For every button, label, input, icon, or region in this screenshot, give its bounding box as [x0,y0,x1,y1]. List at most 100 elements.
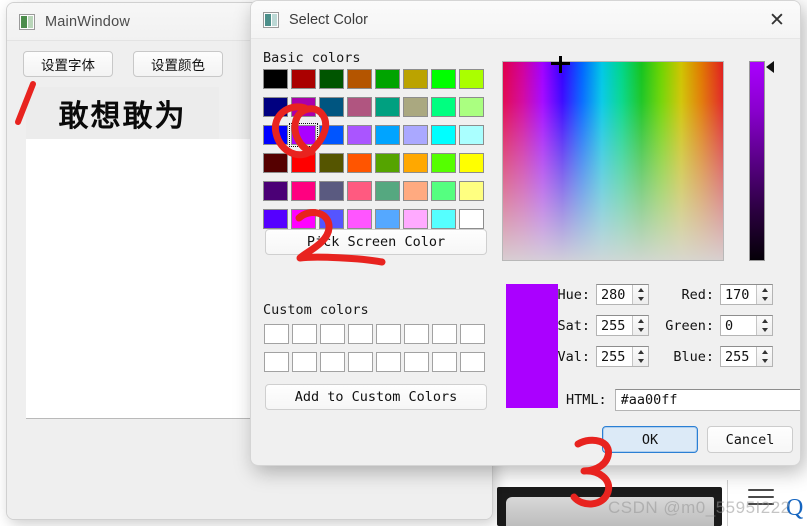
basic-color-swatch[interactable] [263,209,288,229]
basic-color-swatch[interactable] [319,125,344,145]
set-color-button[interactable]: 设置颜色 [133,51,223,77]
custom-color-swatch[interactable] [292,324,317,344]
custom-color-swatch[interactable] [460,352,485,372]
val-increment-button[interactable] [633,347,648,357]
blue-stepper-buttons[interactable] [756,347,772,366]
hue-stepper[interactable] [596,284,649,305]
basic-color-swatch[interactable] [319,153,344,173]
custom-color-swatch[interactable] [320,352,345,372]
basic-color-swatch[interactable] [403,181,428,201]
basic-color-swatch[interactable] [347,97,372,117]
basic-color-swatch[interactable] [403,153,428,173]
basic-color-swatch[interactable] [459,153,484,173]
pick-screen-color-button[interactable]: Pick Screen Color [265,229,487,255]
basic-color-swatch[interactable] [431,209,456,229]
sat-stepper[interactable] [596,315,649,336]
custom-color-swatch[interactable] [404,352,429,372]
basic-color-swatch[interactable] [431,181,456,201]
basic-color-swatch[interactable] [375,125,400,145]
basic-color-swatch[interactable] [431,153,456,173]
val-stepper[interactable] [596,346,649,367]
basic-color-swatch[interactable] [319,181,344,201]
cancel-button[interactable]: Cancel [707,426,793,453]
val-input[interactable] [597,347,631,366]
blue-stepper[interactable] [720,346,773,367]
red-input[interactable] [721,285,755,304]
green-stepper-buttons[interactable] [756,316,772,335]
basic-color-swatch[interactable] [291,209,316,229]
basic-color-swatch[interactable] [431,97,456,117]
basic-color-swatch[interactable] [263,153,288,173]
custom-color-swatch[interactable] [264,324,289,344]
basic-color-swatch[interactable] [319,69,344,89]
close-icon[interactable]: ✕ [754,1,800,39]
hue-input[interactable] [597,285,631,304]
blue-decrement-button[interactable] [757,357,772,367]
basic-color-swatch[interactable] [289,123,318,147]
hue-stepper-buttons[interactable] [632,285,648,304]
green-increment-button[interactable] [757,316,772,326]
basic-colors-grid[interactable] [263,69,484,233]
basic-color-swatch[interactable] [403,209,428,229]
html-input[interactable] [614,389,800,411]
basic-color-swatch[interactable] [375,69,400,89]
red-decrement-button[interactable] [757,295,772,305]
basic-color-swatch[interactable] [263,125,288,145]
basic-color-swatch[interactable] [459,97,484,117]
basic-color-swatch[interactable] [291,69,316,89]
basic-color-swatch[interactable] [375,209,400,229]
sat-stepper-buttons[interactable] [632,316,648,335]
green-stepper[interactable] [720,315,773,336]
custom-color-swatch[interactable] [376,324,401,344]
basic-color-swatch[interactable] [263,69,288,89]
custom-color-swatch[interactable] [460,324,485,344]
hue-increment-button[interactable] [633,285,648,295]
custom-color-swatch[interactable] [320,324,345,344]
basic-color-swatch[interactable] [319,97,344,117]
blue-input[interactable] [721,347,755,366]
basic-color-swatch[interactable] [347,209,372,229]
basic-color-swatch[interactable] [375,153,400,173]
basic-color-swatch[interactable] [263,97,288,117]
blue-increment-button[interactable] [757,347,772,357]
basic-color-swatch[interactable] [459,181,484,201]
custom-color-swatch[interactable] [432,352,457,372]
custom-color-swatch[interactable] [348,324,373,344]
custom-color-swatch[interactable] [264,352,289,372]
basic-color-swatch[interactable] [347,181,372,201]
sat-decrement-button[interactable] [633,326,648,336]
basic-color-swatch[interactable] [403,69,428,89]
basic-color-swatch[interactable] [347,125,372,145]
custom-color-swatch[interactable] [432,324,457,344]
custom-color-swatch[interactable] [404,324,429,344]
basic-color-swatch[interactable] [291,153,316,173]
custom-colors-grid[interactable] [264,324,485,376]
green-input[interactable] [721,316,755,335]
value-slider[interactable] [749,61,765,261]
basic-color-swatch[interactable] [375,181,400,201]
basic-color-swatch[interactable] [459,69,484,89]
red-stepper[interactable] [720,284,773,305]
red-stepper-buttons[interactable] [756,285,772,304]
basic-color-swatch[interactable] [291,97,316,117]
basic-color-swatch[interactable] [347,153,372,173]
green-decrement-button[interactable] [757,326,772,336]
hue-decrement-button[interactable] [633,295,648,305]
basic-color-swatch[interactable] [347,69,372,89]
basic-color-swatch[interactable] [263,181,288,201]
basic-color-swatch[interactable] [291,181,316,201]
basic-color-swatch[interactable] [403,97,428,117]
red-increment-button[interactable] [757,285,772,295]
sat-increment-button[interactable] [633,316,648,326]
basic-color-swatch[interactable] [319,209,344,229]
basic-color-swatch[interactable] [375,97,400,117]
add-to-custom-colors-button[interactable]: Add to Custom Colors [265,384,487,410]
custom-color-swatch[interactable] [292,352,317,372]
custom-color-swatch[interactable] [376,352,401,372]
val-decrement-button[interactable] [633,357,648,367]
basic-color-swatch[interactable] [431,125,456,145]
value-slider-handle[interactable] [766,61,774,73]
basic-color-swatch[interactable] [459,209,484,229]
basic-color-swatch[interactable] [431,69,456,89]
ok-button[interactable]: OK [602,426,698,453]
